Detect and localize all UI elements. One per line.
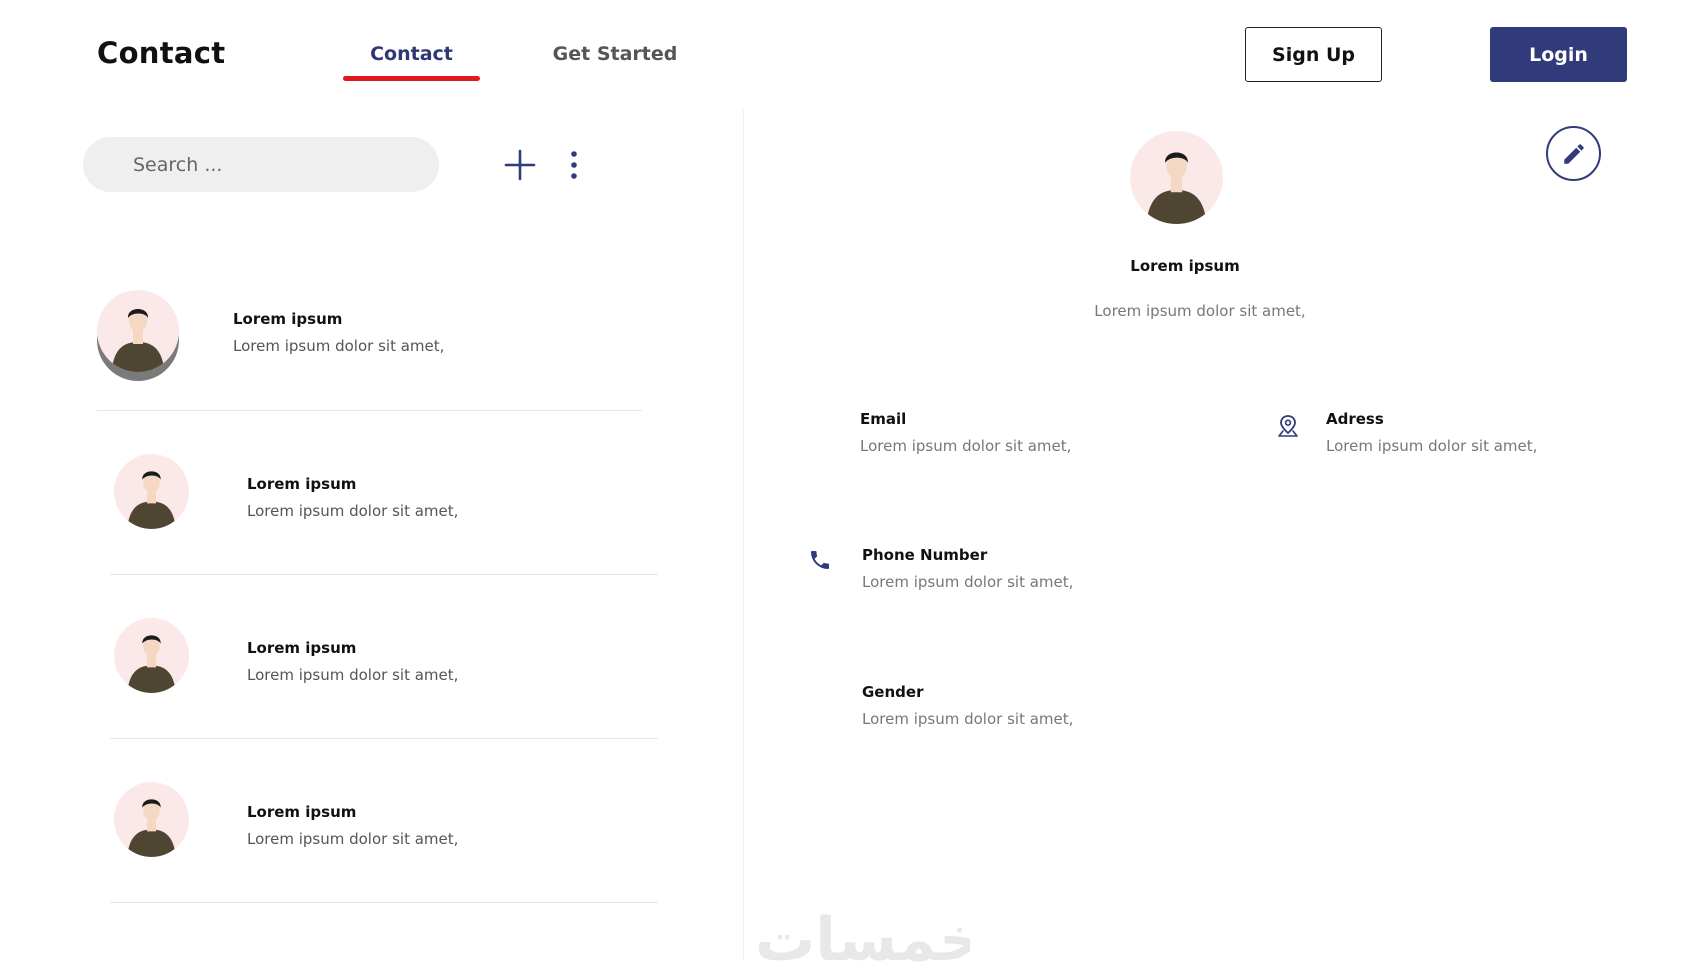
search-box (83, 137, 439, 192)
contacts-app: Contact Contact Get Started Sign Up Logi… (0, 0, 1700, 970)
gender-label: Gender (862, 683, 924, 701)
detail-avatar (1130, 131, 1223, 224)
detail-name: Lorem ipsum (1130, 257, 1240, 275)
contact-subtitle: Lorem ipsum dolor sit amet, (247, 502, 459, 520)
tab-get-started[interactable]: Get Started (540, 43, 690, 65)
panel-divider (743, 110, 744, 960)
contact-subtitle: Lorem ipsum dolor sit amet, (233, 337, 445, 355)
address-value: Lorem ipsum dolor sit amet, (1326, 437, 1538, 455)
search-input[interactable] (83, 137, 439, 192)
list-divider (110, 902, 658, 903)
contact-list-item[interactable]: Lorem ipsum Lorem ipsum dolor sit amet, (114, 782, 674, 862)
pencil-icon (1564, 144, 1584, 164)
gender-value: Lorem ipsum dolor sit amet, (862, 710, 1074, 728)
more-options-button[interactable] (566, 150, 582, 180)
phone-icon (811, 551, 829, 569)
add-contact-button[interactable] (503, 148, 537, 182)
list-divider (110, 574, 658, 575)
contact-name: Lorem ipsum (233, 310, 343, 328)
contact-avatar (114, 782, 189, 857)
address-label: Adress (1326, 410, 1384, 428)
contact-list-item[interactable]: Lorem ipsum Lorem ipsum dolor sit amet, (97, 290, 657, 390)
contact-subtitle: Lorem ipsum dolor sit amet, (247, 830, 459, 848)
more-vertical-icon (571, 151, 577, 179)
contact-name: Lorem ipsum (247, 475, 357, 493)
contact-name: Lorem ipsum (247, 639, 357, 657)
contact-avatar (114, 618, 189, 693)
location-pin-icon (1278, 415, 1298, 437)
plus-icon (504, 149, 536, 181)
detail-subtitle: Lorem ipsum dolor sit amet, (1094, 302, 1306, 320)
contact-list-item[interactable]: Lorem ipsum Lorem ipsum dolor sit amet, (114, 454, 674, 534)
email-value: Lorem ipsum dolor sit amet, (860, 437, 1072, 455)
active-tab-indicator (343, 76, 480, 81)
contact-list-item[interactable]: Lorem ipsum Lorem ipsum dolor sit amet, (114, 618, 674, 698)
login-button[interactable]: Login (1490, 27, 1627, 82)
email-label: Email (860, 410, 907, 428)
contact-name: Lorem ipsum (247, 803, 357, 821)
phone-label: Phone Number (862, 546, 988, 564)
contact-subtitle: Lorem ipsum dolor sit amet, (247, 666, 459, 684)
watermark-logo: خمسات (755, 905, 970, 970)
sign-up-button[interactable]: Sign Up (1245, 27, 1382, 82)
brand-title: Contact (97, 36, 226, 70)
phone-value: Lorem ipsum dolor sit amet, (862, 573, 1074, 591)
contact-avatar (97, 290, 179, 381)
list-divider (110, 738, 658, 739)
tab-contact[interactable]: Contact (343, 43, 480, 65)
edit-contact-button[interactable] (1546, 126, 1601, 181)
list-divider (97, 410, 642, 411)
contact-avatar (114, 454, 189, 529)
